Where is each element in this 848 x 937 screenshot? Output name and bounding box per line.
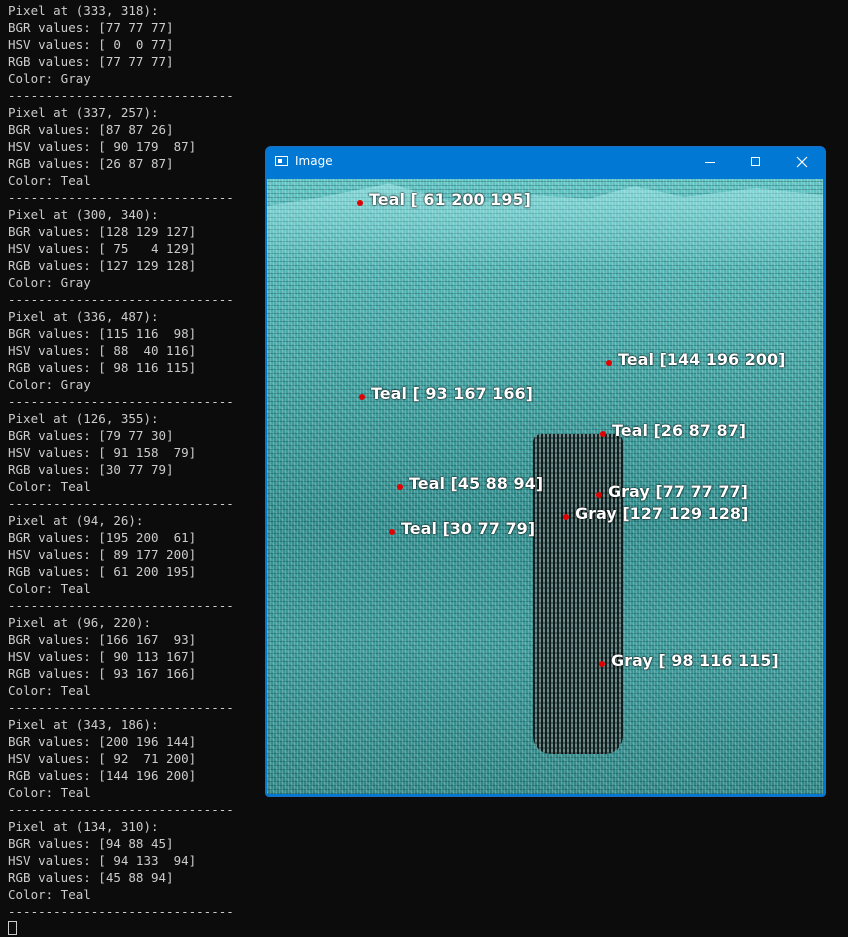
pixel-marker — [389, 529, 395, 535]
text-cursor — [8, 921, 17, 935]
console-line: BGR values: [166 167 93] — [8, 632, 197, 647]
console-line: Color: Teal — [8, 887, 91, 902]
pixel-label: Gray [ 98 116 115] — [611, 651, 779, 670]
pixel-marker — [359, 394, 365, 400]
console-line: BGR values: [115 116 98] — [8, 326, 197, 341]
window-titlebar[interactable]: Image — [266, 147, 825, 177]
close-button[interactable] — [779, 147, 825, 177]
close-icon — [796, 156, 808, 168]
console-line: RGB values: [127 129 128] — [8, 258, 197, 273]
background-hills — [267, 183, 823, 269]
console-line: HSV values: [ 0 0 77] — [8, 37, 174, 52]
console-line: ------------------------------ — [8, 700, 234, 715]
console-line: HSV values: [ 89 177 200] — [8, 547, 197, 562]
pixel-marker — [600, 431, 606, 437]
pixel-label: Teal [144 196 200] — [618, 350, 786, 369]
console-line: Color: Teal — [8, 683, 91, 698]
console-line: HSV values: [ 94 133 94] — [8, 853, 197, 868]
pixel-label: Teal [30 77 79] — [401, 519, 536, 538]
pixel-marker — [596, 492, 602, 498]
console-line: HSV values: [ 88 40 116] — [8, 343, 197, 358]
pixel-marker — [397, 484, 403, 490]
console-line: BGR values: [195 200 61] — [8, 530, 197, 545]
console-line: RGB values: [77 77 77] — [8, 54, 174, 69]
console-line: HSV values: [ 92 71 200] — [8, 751, 197, 766]
console-line: Pixel at (343, 186): — [8, 717, 159, 732]
pixel-label: Teal [ 61 200 195] — [369, 190, 531, 209]
console-line: ------------------------------ — [8, 598, 234, 613]
pixel-label: Teal [26 87 87] — [612, 421, 747, 440]
console-line: RGB values: [ 98 116 115] — [8, 360, 197, 375]
console-line: RGB values: [ 61 200 195] — [8, 564, 197, 579]
console-line: Pixel at (333, 318): — [8, 3, 159, 18]
console-line: ------------------------------ — [8, 190, 234, 205]
console-line: HSV values: [ 90 113 167] — [8, 649, 197, 664]
pixel-label: Teal [ 93 167 166] — [371, 384, 533, 403]
console-line: RGB values: [45 88 94] — [8, 870, 174, 885]
console-line: ------------------------------ — [8, 292, 234, 307]
console-line: Pixel at (126, 355): — [8, 411, 159, 426]
console-line: HSV values: [ 90 179 87] — [8, 139, 197, 154]
console-line: Color: Gray — [8, 71, 91, 86]
minimize-icon — [705, 162, 715, 163]
console-line: Color: Teal — [8, 479, 91, 494]
minimize-button[interactable] — [687, 147, 733, 177]
console-line: Color: Teal — [8, 173, 91, 188]
console-line: Color: Teal — [8, 785, 91, 800]
console-line: HSV values: [ 75 4 129] — [8, 241, 197, 256]
console-line: ------------------------------ — [8, 88, 234, 103]
console-line: Pixel at (134, 310): — [8, 819, 159, 834]
console-line: BGR values: [200 196 144] — [8, 734, 197, 749]
console-line: Color: Gray — [8, 275, 91, 290]
console-line: Pixel at (96, 220): — [8, 615, 151, 630]
pixel-marker — [563, 514, 569, 520]
window-title: Image — [295, 154, 333, 168]
app-window-icon — [275, 156, 288, 166]
console-line: ------------------------------ — [8, 802, 234, 817]
pixel-marker — [357, 200, 363, 206]
pixel-marker — [606, 360, 612, 366]
pixel-label: Teal [45 88 94] — [409, 474, 544, 493]
console-line: RGB values: [30 77 79] — [8, 462, 174, 477]
console-line: RGB values: [144 196 200] — [8, 768, 197, 783]
pixel-marker — [599, 661, 605, 667]
console-line: Pixel at (300, 340): — [8, 207, 159, 222]
console-line: Pixel at (337, 257): — [8, 105, 159, 120]
console-line: ------------------------------ — [8, 904, 234, 919]
terminal-output: Pixel at (333, 318): BGR values: [77 77 7… — [8, 2, 268, 937]
console-line: BGR values: [94 88 45] — [8, 836, 174, 851]
console-line: BGR values: [77 77 77] — [8, 20, 174, 35]
console-line: RGB values: [26 87 87] — [8, 156, 174, 171]
console-line: BGR values: [87 87 26] — [8, 122, 174, 137]
console-line: Color: Teal — [8, 581, 91, 596]
maximize-icon — [751, 157, 760, 166]
console-line: ------------------------------ — [8, 496, 234, 511]
console-line: BGR values: [128 129 127] — [8, 224, 197, 239]
console-line: RGB values: [ 93 167 166] — [8, 666, 197, 681]
maximize-button[interactable] — [733, 147, 779, 177]
console-line: Pixel at (336, 487): — [8, 309, 159, 324]
console-line: Color: Gray — [8, 377, 91, 392]
console-line: HSV values: [ 91 158 79] — [8, 445, 197, 460]
pixel-label: Gray [127 129 128] — [575, 504, 749, 523]
image-window[interactable]: Image Teal [ 61 200 195] Teal [144 196 20… — [265, 146, 826, 797]
image-canvas[interactable]: Teal [ 61 200 195] Teal [144 196 200] Teal… — [267, 179, 823, 794]
pixel-label: Gray [77 77 77] — [608, 482, 748, 501]
console-line: ------------------------------ — [8, 394, 234, 409]
console-line: Pixel at (94, 26): — [8, 513, 144, 528]
console-line: BGR values: [79 77 30] — [8, 428, 174, 443]
